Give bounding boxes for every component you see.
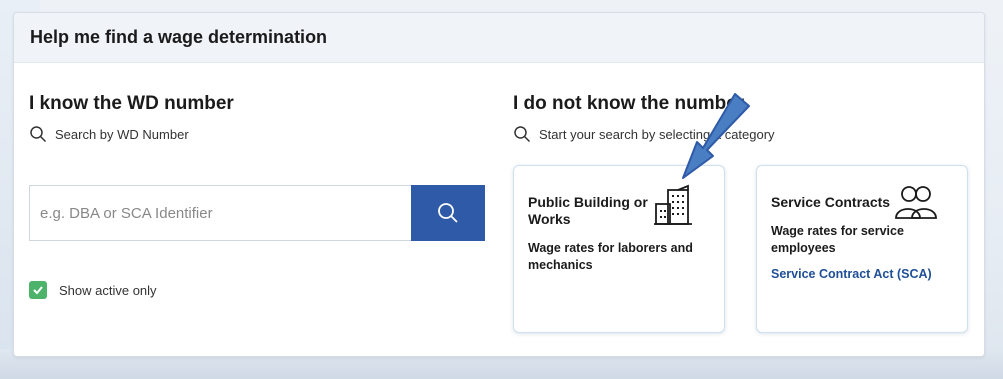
building-icon (654, 184, 692, 225)
wd-number-input[interactable] (29, 185, 411, 241)
public-building-title: Public Building or Works (528, 194, 648, 227)
public-building-desc: Wage rates for laborers and mechanics (528, 241, 693, 272)
public-building-card[interactable]: Public Building or Works Wage rates for … (513, 165, 725, 333)
show-active-row[interactable]: Show active only (29, 281, 157, 299)
sca-link[interactable]: Service Contract Act (SCA) (771, 267, 953, 281)
service-contracts-title: Service Contracts (771, 194, 891, 210)
service-contracts-card[interactable]: Service Contracts Wage rates for service… (756, 165, 968, 333)
panel-title: Help me find a wage determination (30, 27, 328, 47)
known-number-hint: Search by WD Number (29, 125, 489, 143)
annotation-arrow-icon (682, 93, 750, 179)
wage-determination-panel: Help me find a wage determination I know… (13, 12, 985, 357)
known-number-title: I know the WD number (29, 93, 234, 114)
service-contracts-desc: Wage rates for service employees (771, 224, 904, 255)
search-button[interactable] (411, 185, 485, 241)
known-number-hint-text: Search by WD Number (55, 126, 189, 142)
show-active-label: Show active only (59, 282, 157, 298)
wd-search-row (29, 185, 485, 241)
checkmark-icon (33, 286, 43, 295)
people-icon (895, 186, 937, 219)
search-icon (514, 126, 531, 143)
known-number-section: I know the WD number Search by WD Number (29, 93, 489, 143)
search-icon (30, 126, 47, 143)
panel-header: Help me find a wage determination (14, 13, 984, 63)
search-icon (438, 203, 458, 223)
show-active-checkbox[interactable] (29, 281, 47, 299)
